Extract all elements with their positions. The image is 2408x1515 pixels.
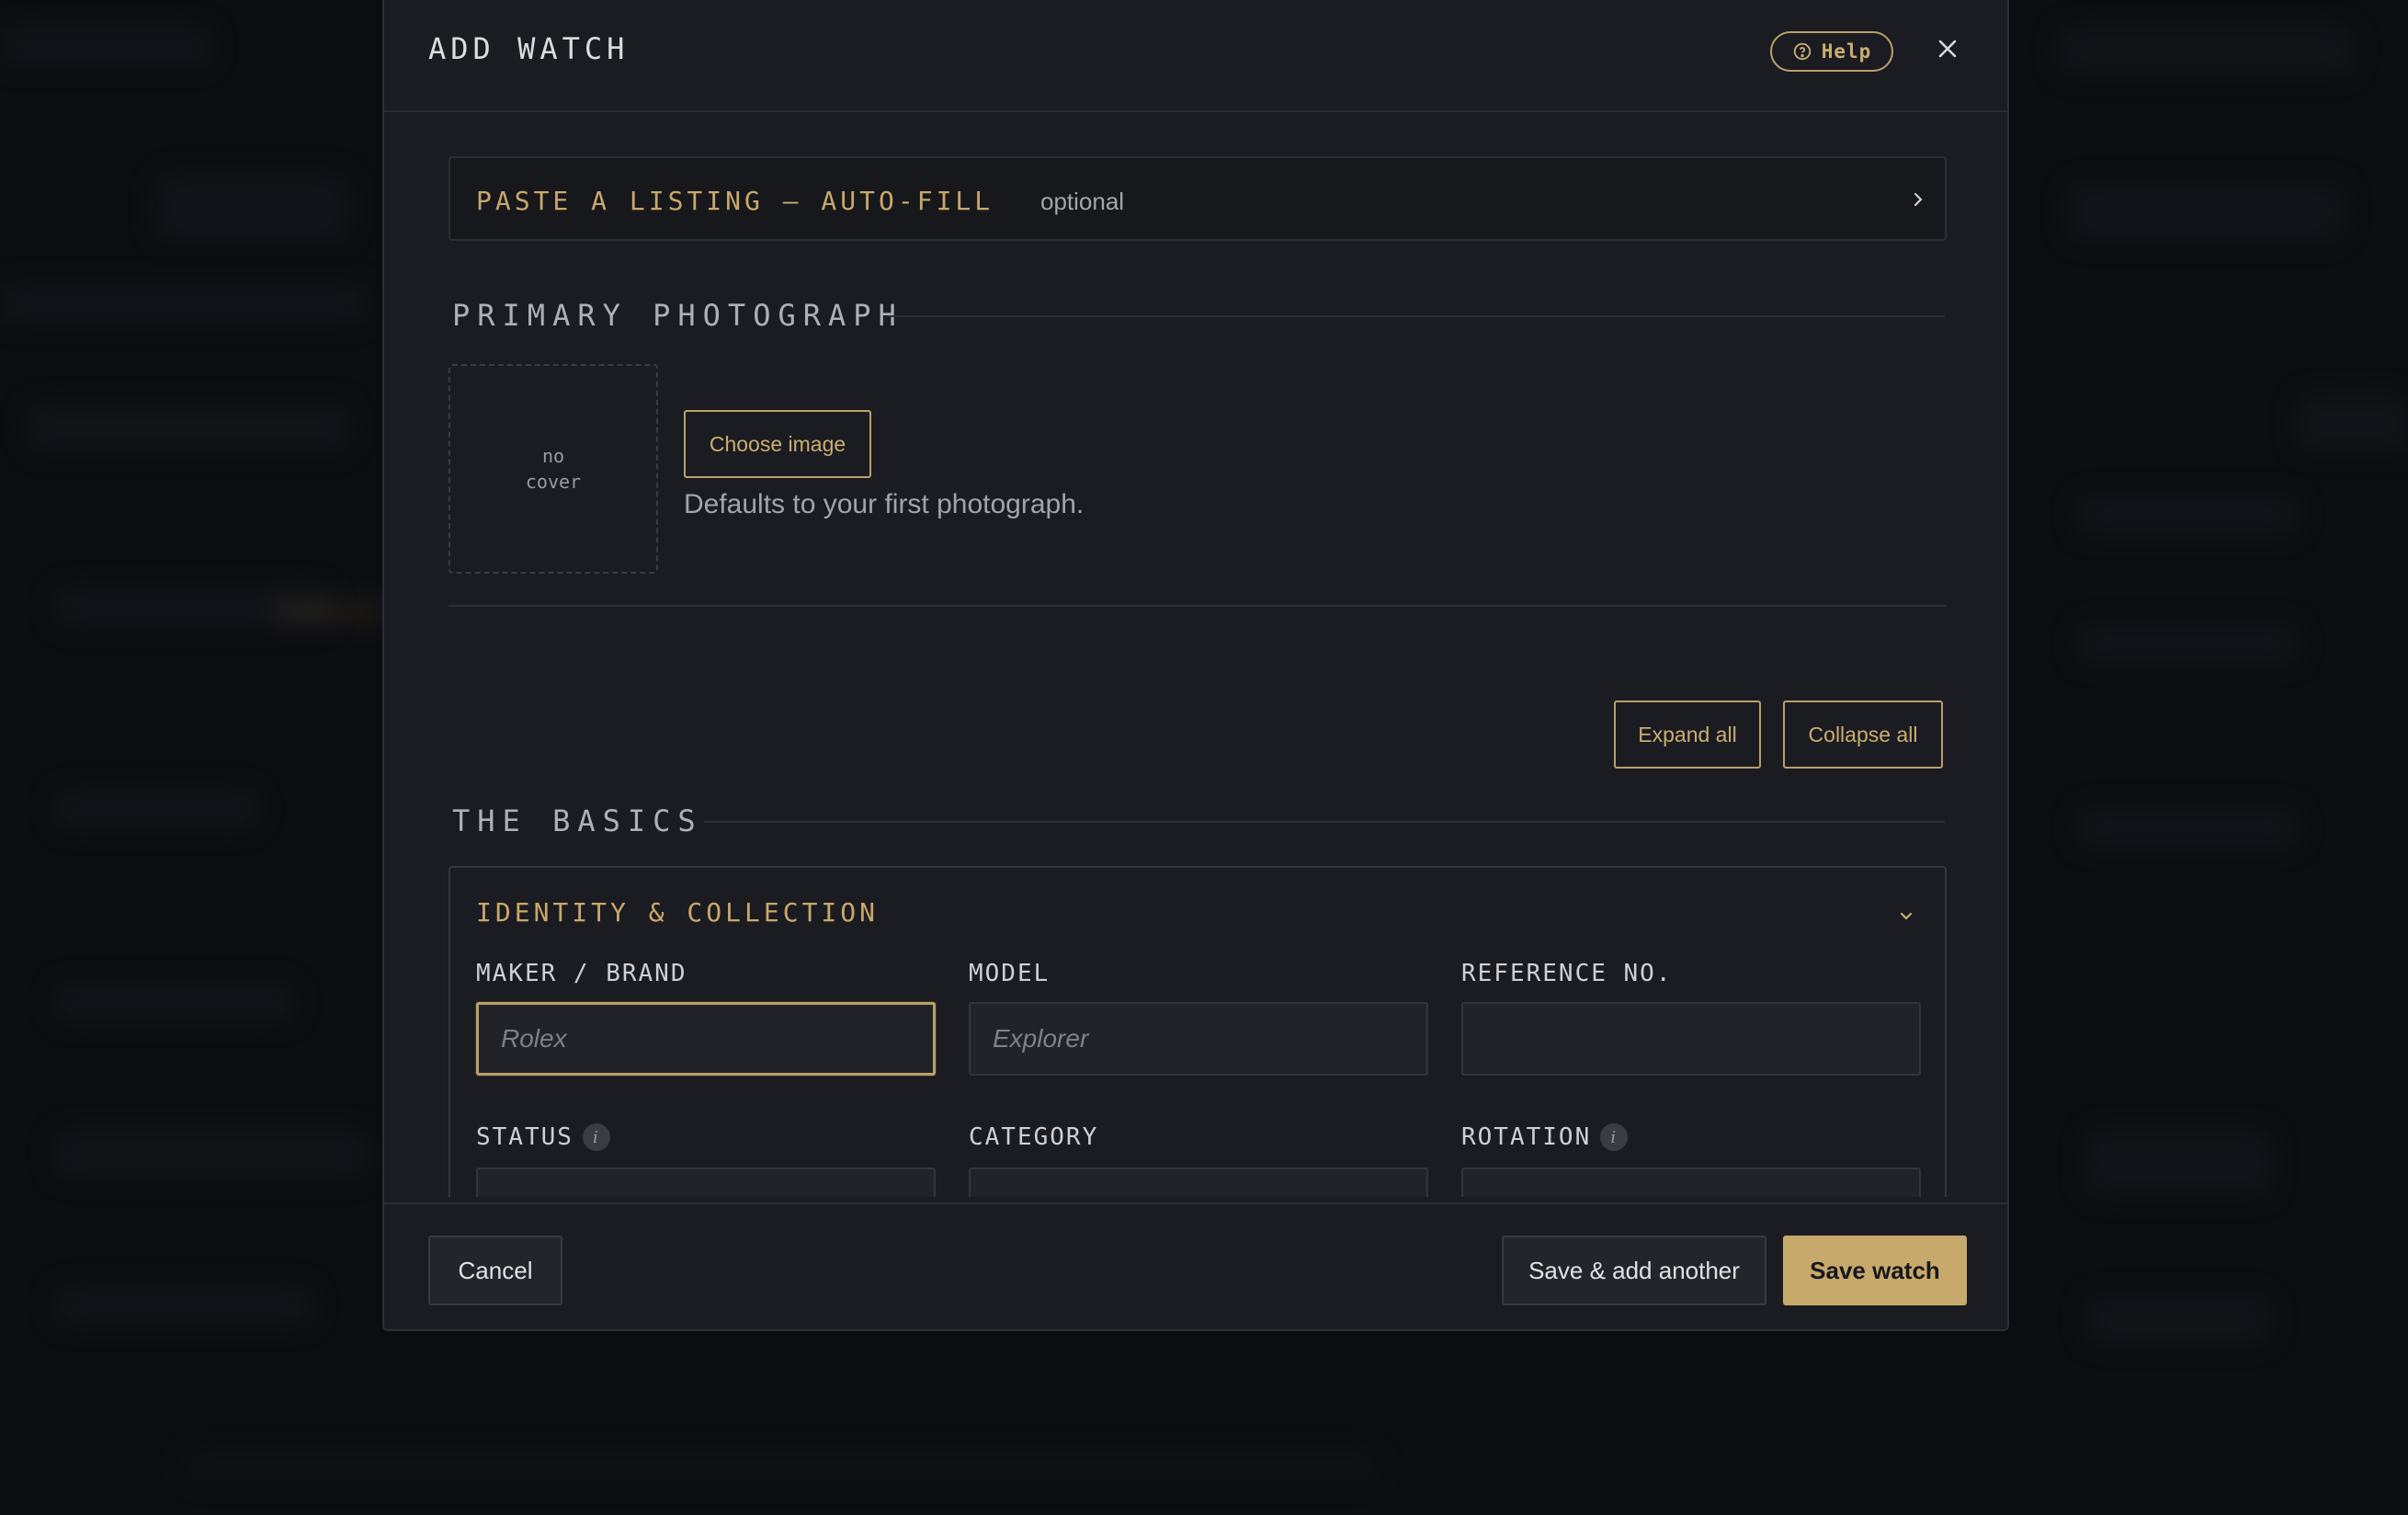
dialog-header: ADD WATCH Help	[384, 0, 2007, 112]
section-title-photograph: PRIMARY PHOTOGRAPH	[452, 298, 903, 333]
help-button[interactable]: Help	[1770, 31, 1893, 72]
add-watch-dialog: ADD WATCH Help PASTE A LISTING — AUTO-FI…	[382, 0, 2009, 1331]
collapse-all-button[interactable]: Collapse all	[1783, 701, 1943, 769]
expand-all-button[interactable]: Expand all	[1614, 701, 1761, 769]
section-divider	[704, 821, 1945, 823]
maker-input[interactable]	[476, 1002, 936, 1076]
cancel-button[interactable]: Cancel	[428, 1236, 562, 1305]
info-icon[interactable]: i	[582, 1123, 610, 1151]
photo-hint: Defaults to your first photograph.	[684, 489, 1085, 519]
help-circle-icon	[1793, 42, 1811, 61]
autofill-optional-note: optional	[1040, 188, 1125, 215]
info-icon[interactable]: i	[1600, 1123, 1629, 1151]
chevron-right-icon	[1914, 192, 1923, 207]
category-label: CATEGORY	[969, 1123, 1099, 1151]
identity-collection-card: IDENTITY & COLLECTION MAKER / BRAND MODE…	[449, 866, 1947, 1197]
choose-image-button[interactable]: Choose image	[684, 410, 871, 478]
section-title-basics: THE BASICS	[452, 803, 703, 838]
help-label: Help	[1821, 40, 1872, 63]
autofill-label: PASTE A LISTING — AUTO-FILL	[476, 186, 994, 216]
section-divider	[888, 315, 1945, 317]
dialog-body: PASTE A LISTING — AUTO-FILL optional PRI…	[384, 112, 2007, 1197]
cover-text-line1: no	[541, 445, 565, 467]
status-select[interactable]	[476, 1168, 936, 1197]
reference-label: REFERENCE NO.	[1461, 960, 1673, 987]
model-label: MODEL	[969, 960, 1051, 987]
model-input[interactable]	[969, 1002, 1428, 1076]
divider	[449, 605, 1947, 607]
close-icon[interactable]	[1934, 35, 1961, 63]
cover-placeholder: no cover	[449, 364, 658, 574]
cover-text-line2: cover	[525, 471, 582, 493]
reference-input[interactable]	[1461, 1002, 1921, 1076]
save-watch-button[interactable]: Save watch	[1783, 1236, 1967, 1305]
card-title[interactable]: IDENTITY & COLLECTION	[476, 897, 879, 928]
rotation-label: ROTATION i	[1461, 1123, 1629, 1151]
maker-label: MAKER / BRAND	[476, 960, 687, 987]
save-add-another-button[interactable]: Save & add another	[1502, 1236, 1766, 1305]
category-select[interactable]	[969, 1168, 1428, 1197]
autofill-panel[interactable]: PASTE A LISTING — AUTO-FILL optional	[449, 156, 1947, 241]
status-label: STATUS i	[476, 1123, 610, 1151]
chevron-down-icon[interactable]	[1897, 910, 1915, 923]
rotation-select[interactable]	[1461, 1168, 1921, 1197]
dialog-title: ADD WATCH	[428, 31, 630, 66]
dialog-footer: Cancel Save & add another Save watch	[384, 1202, 2007, 1329]
